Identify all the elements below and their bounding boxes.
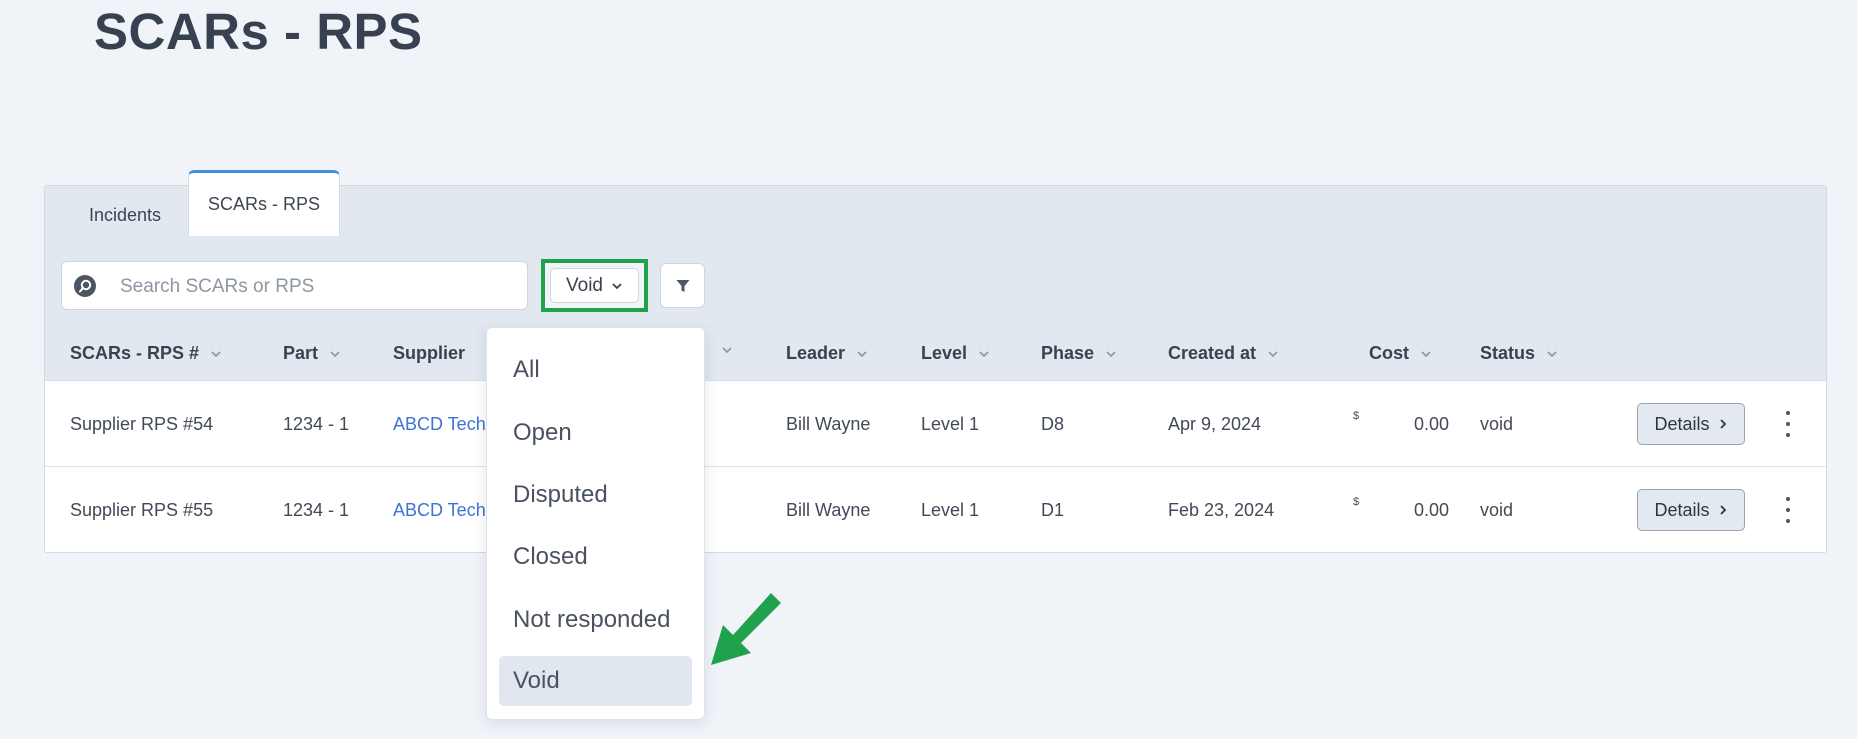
column-header-supplier[interactable]: Supplier <box>393 343 465 364</box>
chevron-down-icon <box>330 350 340 357</box>
chevron-down-icon <box>1421 350 1431 357</box>
row-created-at: Feb 23, 2024 <box>1168 500 1275 520</box>
details-button-label: Details <box>1654 413 1710 434</box>
row-currency: $ <box>1353 496 1360 508</box>
filter-button[interactable] <box>660 263 705 308</box>
row-phase: D1 <box>1041 500 1065 520</box>
column-header-status-label: Status <box>1480 343 1536 363</box>
row-part: 1234 - 1 <box>283 500 350 520</box>
row-leader: Bill Wayne <box>786 500 871 520</box>
chevron-down-icon <box>1268 350 1278 357</box>
column-header-supplier-label: Supplier <box>393 343 466 363</box>
column-header-part[interactable]: Part <box>283 343 342 364</box>
dropdown-option-not-responded[interactable]: Not responded <box>499 595 692 645</box>
row-phase: D8 <box>1041 414 1065 434</box>
chevron-down-icon <box>612 282 622 289</box>
chevron-right-icon <box>1719 419 1726 429</box>
chevron-right-icon <box>1719 505 1726 515</box>
status-filter-value: Void <box>566 274 603 296</box>
column-header-id-label: SCARs - RPS # <box>70 343 200 363</box>
row-status: void <box>1480 414 1514 434</box>
dropdown-option-disputed[interactable]: Disputed <box>499 470 692 520</box>
row-supplier-link[interactable]: ABCD Tech <box>393 414 486 435</box>
row-level: Level 1 <box>921 414 980 434</box>
chevron-down-icon <box>857 350 867 357</box>
column-header-created-at[interactable]: Created at <box>1168 343 1280 364</box>
search-box[interactable] <box>61 261 528 311</box>
row-status: void <box>1480 500 1514 520</box>
row-cost: 0.00 <box>1414 414 1450 434</box>
column-header-created-at-label: Created at <box>1168 343 1257 363</box>
column-header-cost-label: Cost <box>1369 343 1409 363</box>
status-filter-select[interactable]: Void <box>550 268 639 303</box>
tab-scars-rps[interactable]: SCARs - RPS <box>188 170 340 236</box>
chevron-down-icon <box>1547 350 1557 357</box>
row-id: Supplier RPS #55 <box>70 500 214 520</box>
tab-scars-rps-label: SCARs - RPS <box>207 194 321 214</box>
details-button[interactable]: Details <box>1637 403 1745 445</box>
column-header-level[interactable]: Level <box>921 343 991 364</box>
column-header-level-label: Level <box>921 343 968 363</box>
row-currency: $ <box>1353 410 1360 422</box>
chevron-down-icon <box>1106 350 1116 357</box>
row-level: Level 1 <box>921 500 980 520</box>
page-title: SCARs - RPS <box>94 3 423 60</box>
search-icon <box>74 275 96 297</box>
status-dropdown-menu: All Open Disputed Closed Not responded V… <box>486 327 705 720</box>
column-header-id[interactable]: SCARs - RPS # <box>70 343 223 364</box>
search-input[interactable] <box>118 262 522 311</box>
row-part: 1234 - 1 <box>283 414 350 434</box>
row-more-icon[interactable] <box>1783 497 1793 523</box>
column-header-status[interactable]: Status <box>1480 343 1559 364</box>
dropdown-option-open[interactable]: Open <box>499 408 692 458</box>
details-button-label: Details <box>1654 499 1710 520</box>
column-header-cost[interactable]: Cost <box>1369 343 1433 364</box>
details-button[interactable]: Details <box>1637 489 1745 531</box>
chevron-down-icon <box>722 347 732 354</box>
row-created-at: Apr 9, 2024 <box>1168 414 1262 434</box>
funnel-icon <box>676 279 689 292</box>
tab-incidents[interactable]: Incidents <box>89 205 161 226</box>
chevron-down-icon <box>979 350 989 357</box>
column-header-hidden[interactable] <box>720 343 734 357</box>
column-header-leader-label: Leader <box>786 343 846 363</box>
row-divider <box>45 466 1826 467</box>
dropdown-option-all[interactable]: All <box>499 345 692 395</box>
column-header-phase-label: Phase <box>1041 343 1095 363</box>
column-header-phase[interactable]: Phase <box>1041 343 1118 364</box>
chevron-down-icon <box>211 350 221 357</box>
row-supplier-link[interactable]: ABCD Tech <box>393 500 486 521</box>
status-filter-highlight: Void <box>541 259 648 312</box>
row-cost: 0.00 <box>1414 500 1450 520</box>
row-more-icon[interactable] <box>1783 411 1793 437</box>
row-leader: Bill Wayne <box>786 414 871 434</box>
arrow-down-left-icon <box>711 593 781 665</box>
row-id: Supplier RPS #54 <box>70 414 214 434</box>
column-header-leader[interactable]: Leader <box>786 343 869 364</box>
dropdown-option-closed[interactable]: Closed <box>499 532 692 582</box>
dropdown-option-void[interactable]: Void <box>499 656 692 706</box>
column-header-part-label: Part <box>283 343 319 363</box>
